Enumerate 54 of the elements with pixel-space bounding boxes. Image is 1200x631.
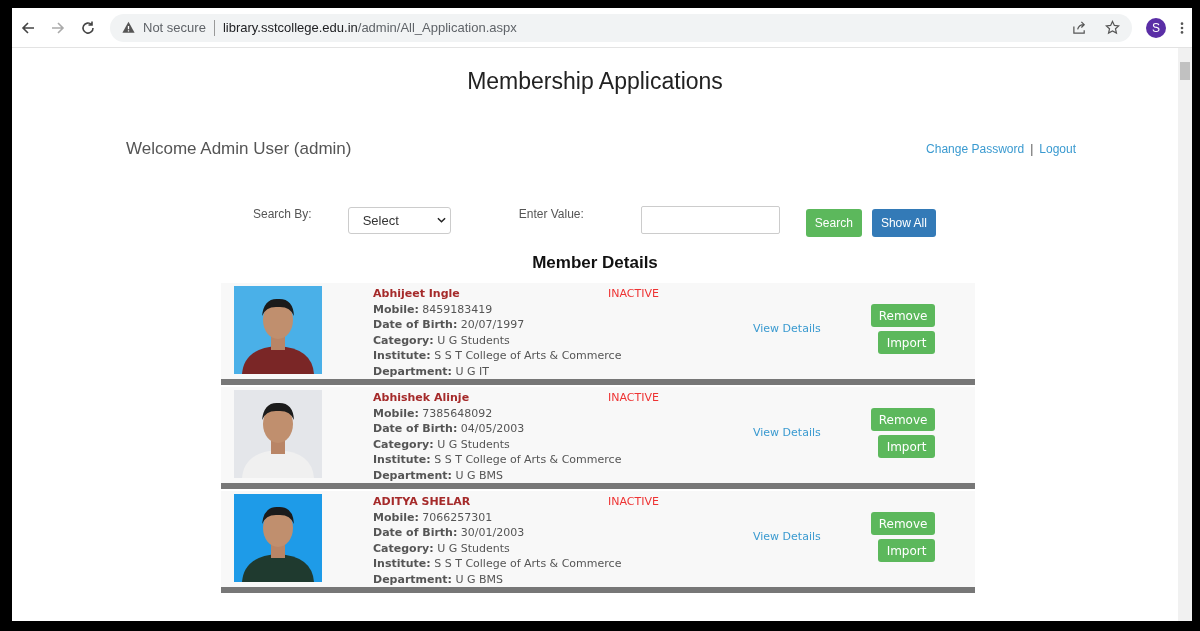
search-by-select[interactable]: Select xyxy=(347,206,451,234)
member-field: Category: U G Students xyxy=(373,540,708,556)
reload-icon[interactable] xyxy=(80,19,96,36)
member-name: Abhijeet Ingle xyxy=(373,286,461,302)
status-text: INACTIVE xyxy=(608,390,659,406)
import-button[interactable]: Import xyxy=(877,331,936,354)
menu-icon[interactable] xyxy=(1180,20,1184,35)
welcome-text: Welcome Admin User (admin) xyxy=(126,139,352,159)
enter-value-label: Enter Value: xyxy=(518,207,584,221)
member-field: Department: U G IT xyxy=(373,363,708,379)
status-text: INACTIVE xyxy=(608,286,659,302)
section-title: Member Details xyxy=(531,253,659,273)
import-button[interactable]: Import xyxy=(877,435,936,458)
view-details-link[interactable]: View Details xyxy=(753,530,821,544)
member-field: Mobile: 7385648092 xyxy=(373,405,708,421)
member-field: Category: U G Students xyxy=(373,332,708,348)
link-separator: | xyxy=(1030,142,1034,156)
remove-button[interactable]: Remove xyxy=(870,408,936,431)
member-field: Date of Birth: 20/07/1997 xyxy=(373,317,708,333)
view-details-link[interactable]: View Details xyxy=(753,426,821,440)
page-title: Membership Applications xyxy=(466,68,724,95)
share-icon[interactable] xyxy=(1072,20,1087,35)
member-name: Abhishek Alinje xyxy=(373,390,471,406)
search-button[interactable]: Search xyxy=(805,209,862,237)
change-password-link[interactable]: Change Password xyxy=(926,142,1025,156)
import-button[interactable]: Import xyxy=(877,539,936,562)
member-field: Department: U G BMS xyxy=(373,571,708,587)
back-icon[interactable] xyxy=(20,19,36,36)
warning-icon xyxy=(122,21,135,34)
member-name: ADITYA SHELAR xyxy=(373,494,472,510)
member-field: Department: U G BMS xyxy=(373,467,708,483)
member-field: Institute: S S T College of Arts & Commerce xyxy=(373,556,708,572)
member-field: Mobile: 7066257301 xyxy=(373,509,708,525)
search-by-label: Search By: xyxy=(253,207,312,221)
member-field: Date of Birth: 30/01/2003 xyxy=(373,525,708,541)
view-details-link[interactable]: View Details xyxy=(753,322,821,336)
member-field: Mobile: 8459183419 xyxy=(373,301,708,317)
member-field: Institute: S S T College of Arts & Commerce xyxy=(373,452,708,468)
scrollbar[interactable] xyxy=(1178,48,1192,621)
remove-button[interactable]: Remove xyxy=(870,304,936,327)
value-input[interactable] xyxy=(640,206,780,234)
member-field: Date of Birth: 04/05/2003 xyxy=(373,421,708,437)
profile-avatar[interactable]: S xyxy=(1146,17,1166,38)
star-icon[interactable] xyxy=(1105,20,1120,35)
remove-button[interactable]: Remove xyxy=(870,512,936,535)
status-text: INACTIVE xyxy=(608,494,659,510)
address-bar[interactable]: Not secure library.sstcollege.edu.in/admin/All_Application.aspx xyxy=(110,13,1132,42)
url-text: library.sstcollege.edu.in/admin/All_Application.aspx xyxy=(222,20,517,35)
logout-link[interactable]: Logout xyxy=(1039,142,1076,156)
show-all-button[interactable]: Show All xyxy=(871,209,936,237)
member-field: Institute: S S T College of Arts & Commerce xyxy=(373,348,708,364)
member-field: Category: U G Students xyxy=(373,436,708,452)
security-label: Not secure xyxy=(143,20,206,35)
chevron-icon xyxy=(436,217,446,223)
